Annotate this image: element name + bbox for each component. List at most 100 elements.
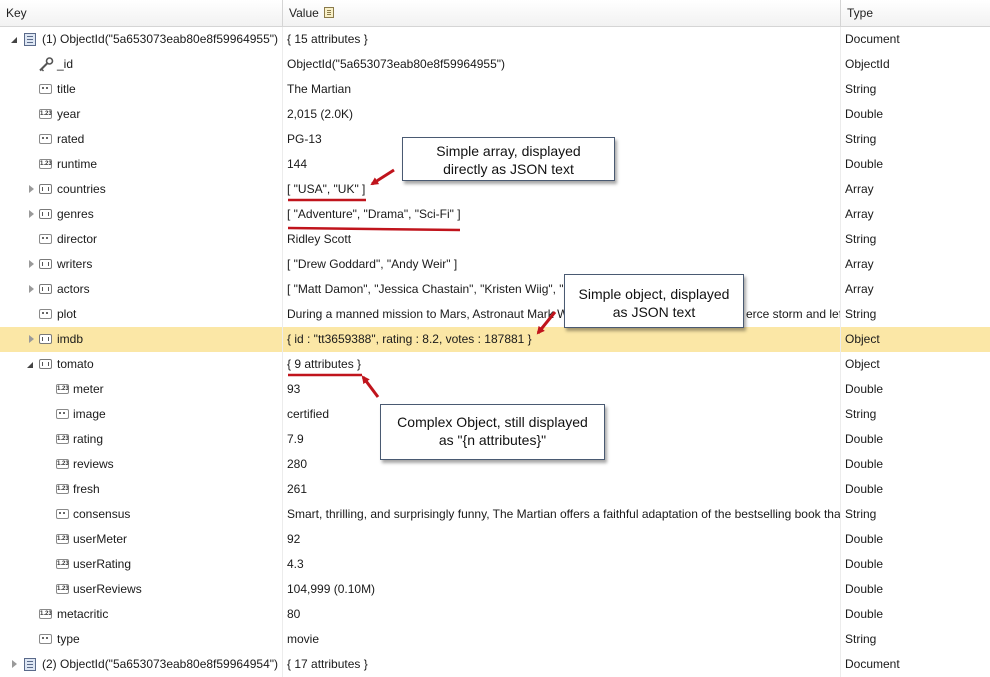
tree-row-plot[interactable]: plot During a manned mission to Mars, As…: [0, 302, 990, 327]
value-cell[interactable]: 104,999 (0.10M): [283, 577, 841, 602]
expand-toggle[interactable]: [12, 660, 17, 668]
value-cell[interactable]: movie: [283, 627, 841, 652]
tree-row-director[interactable]: director Ridley Scott String: [0, 227, 990, 252]
value-cell[interactable]: [ "Drew Goddard", "Andy Weir" ]: [283, 252, 841, 277]
tree-row-year[interactable]: year 2,015 (2.0K) Double: [0, 102, 990, 127]
value-cell[interactable]: During a manned mission to Mars, Astrona…: [283, 302, 841, 327]
value-column-header[interactable]: Value: [283, 0, 841, 27]
number-icon: [56, 459, 69, 469]
expand-toggle[interactable]: [29, 260, 34, 268]
type-cell: String: [845, 507, 877, 521]
tree-row-fresh[interactable]: fresh 261 Double: [0, 477, 990, 502]
value-header-label: Value: [289, 6, 319, 20]
value-cell[interactable]: [ "Adventure", "Drama", "Sci-Fi" ]: [283, 202, 841, 227]
value-cell[interactable]: Smart, thrilling, and surprisingly funny…: [283, 502, 841, 527]
key-cell: (1) ObjectId("5a653073eab80e8f59964955"): [0, 27, 283, 52]
key-label: consensus: [73, 507, 131, 521]
tree-row-metacritic[interactable]: metacritic 80 Double: [0, 602, 990, 627]
tree-row-writers[interactable]: writers [ "Drew Goddard", "Andy Weir" ] …: [0, 252, 990, 277]
array-icon: [39, 284, 52, 294]
key-cell: tomato: [0, 352, 283, 377]
value-cell[interactable]: [ "Matt Damon", "Jessica Chastain", "Kri…: [283, 277, 841, 302]
expand-toggle[interactable]: [11, 37, 17, 43]
key-cell: actors: [0, 277, 283, 302]
string-icon: [39, 634, 52, 644]
tree-row-document-2[interactable]: (2) ObjectId("5a653073eab80e8f59964954")…: [0, 652, 990, 677]
value-cell[interactable]: { id : "tt3659388", rating : 8.2, votes …: [283, 327, 841, 352]
tree-row-id[interactable]: _id ObjectId("5a653073eab80e8f59964955")…: [0, 52, 990, 77]
key-cell: userMeter: [0, 527, 283, 552]
type-header-label: Type: [847, 6, 874, 20]
key-label: director: [57, 232, 98, 246]
string-icon: [39, 134, 52, 144]
tree-row-usermeter[interactable]: userMeter 92 Double: [0, 527, 990, 552]
tree-row-consensus[interactable]: consensus Smart, thrilling, and surprisi…: [0, 502, 990, 527]
value-cell[interactable]: ObjectId("5a653073eab80e8f59964955"): [283, 52, 841, 77]
value-cell[interactable]: 261: [283, 477, 841, 502]
expand-toggle[interactable]: [29, 185, 34, 193]
type-cell: String: [845, 132, 877, 146]
key-cell: metacritic: [0, 602, 283, 627]
tree-row-title[interactable]: title The Martian String: [0, 77, 990, 102]
key-cell: genres: [0, 202, 283, 227]
value-cell[interactable]: { 17 attributes }: [283, 652, 841, 677]
value-cell[interactable]: 93: [283, 377, 841, 402]
type-cell: ObjectId: [845, 57, 890, 71]
key-cell: reviews: [0, 452, 283, 477]
tree-row-tomato[interactable]: tomato { 9 attributes } Object: [0, 352, 990, 377]
value-cell[interactable]: { 9 attributes }: [283, 352, 841, 377]
key-cell: year: [0, 102, 283, 127]
key-cell: userRating: [0, 552, 283, 577]
number-icon: [56, 384, 69, 394]
type-cell: String: [845, 82, 877, 96]
callout-complex-object: Complex Object, still displayed as "{n a…: [380, 404, 605, 460]
edit-icon[interactable]: [323, 7, 334, 18]
array-icon: [39, 259, 52, 269]
type-cell: Array: [845, 257, 874, 271]
type-cell: Double: [845, 457, 884, 471]
key-label: imdb: [57, 332, 84, 346]
callout-line: as "{n attributes}": [438, 432, 547, 448]
tree-row-genres[interactable]: genres [ "Adventure", "Drama", "Sci-Fi" …: [0, 202, 990, 227]
type-cell: Double: [845, 157, 884, 171]
value-cell[interactable]: 2,015 (2.0K): [283, 102, 841, 127]
value-cell[interactable]: Ridley Scott: [283, 227, 841, 252]
expand-toggle[interactable]: [29, 285, 34, 293]
type-cell: String: [845, 632, 877, 646]
key-cell: consensus: [0, 502, 283, 527]
tree-row-document-1[interactable]: (1) ObjectId("5a653073eab80e8f59964955")…: [0, 27, 990, 52]
expand-toggle[interactable]: [27, 362, 33, 368]
value-cell[interactable]: The Martian: [283, 77, 841, 102]
tree-row-meter[interactable]: meter 93 Double: [0, 377, 990, 402]
key-label: plot: [57, 307, 77, 321]
key-cell: runtime: [0, 152, 283, 177]
key-label: year: [57, 107, 81, 121]
value-cell[interactable]: 80: [283, 602, 841, 627]
value-cell[interactable]: 4.3: [283, 552, 841, 577]
type-cell: Double: [845, 432, 884, 446]
value-cell[interactable]: 92: [283, 527, 841, 552]
key-label: runtime: [57, 157, 98, 171]
callout-simple-object: Simple object, displayed as JSON text: [564, 274, 744, 328]
key-column-header[interactable]: Key: [0, 0, 283, 27]
tree-row-userrating[interactable]: userRating 4.3 Double: [0, 552, 990, 577]
string-icon: [56, 509, 69, 519]
type-cell: Double: [845, 532, 884, 546]
type-column-header[interactable]: Type: [841, 0, 990, 27]
tree-row-type[interactable]: type movie String: [0, 627, 990, 652]
key-label: writers: [57, 257, 93, 271]
key-label: (2) ObjectId("5a653073eab80e8f59964954"): [42, 657, 279, 671]
tree-row-imdb[interactable]: imdb { id : "tt3659388", rating : 8.2, v…: [0, 327, 990, 352]
type-cell: Double: [845, 557, 884, 571]
type-cell: Double: [845, 582, 884, 596]
tree-row-userreviews[interactable]: userReviews 104,999 (0.10M) Double: [0, 577, 990, 602]
key-cell: (2) ObjectId("5a653073eab80e8f59964954"): [0, 652, 283, 677]
key-label: rating: [73, 432, 104, 446]
key-label: meter: [73, 382, 104, 396]
object-icon: [39, 334, 52, 344]
tree-row-actors[interactable]: actors [ "Matt Damon", "Jessica Chastain…: [0, 277, 990, 302]
value-cell[interactable]: { 15 attributes }: [283, 27, 841, 52]
expand-toggle[interactable]: [29, 335, 34, 343]
expand-toggle[interactable]: [29, 210, 34, 218]
key-label: image: [73, 407, 106, 421]
